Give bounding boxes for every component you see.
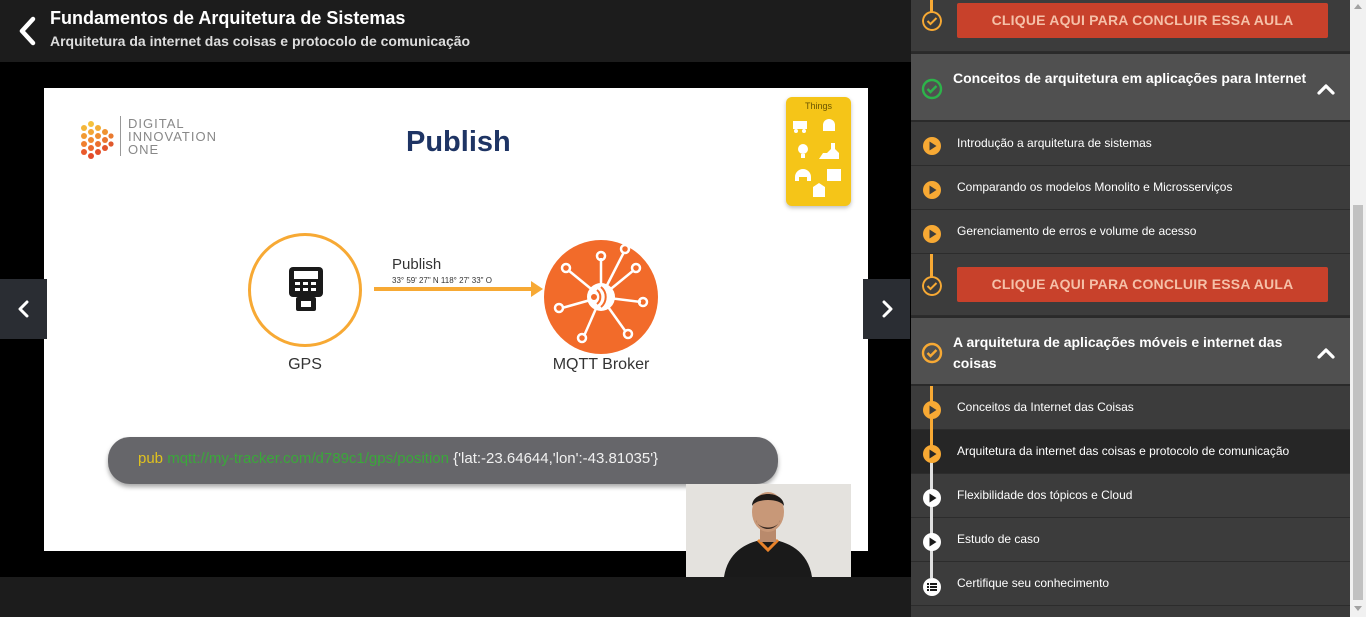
player-footer — [0, 577, 911, 617]
progress-line-remaining — [930, 562, 933, 578]
lesson-label: Introdução a arquitetura de sistemas — [957, 136, 1152, 150]
play-circle-icon — [923, 489, 941, 507]
command-keyword: pub — [138, 450, 164, 467]
arrow-head-icon — [531, 281, 543, 297]
broker-hub-icon — [553, 243, 649, 344]
things-panel: Things — [786, 97, 851, 206]
section-header[interactable]: Conceitos de arquitetura em aplicações p… — [911, 52, 1350, 122]
iot-devices-icon — [793, 119, 841, 197]
play-circle-icon — [923, 137, 941, 155]
lesson-label: Estudo de caso — [957, 532, 1040, 546]
mqtt-broker-node — [544, 240, 658, 354]
lesson-label: Gerenciamento de erros e volume de acess… — [957, 224, 1197, 238]
section-title: A arquitetura de aplicações móveis e int… — [953, 334, 1283, 371]
conclude-row: CLIQUE AQUI PARA CONCLUIR ESSA AULA — [911, 0, 1350, 52]
command-box: pub mqtt://my-tracker.com/d789c1/gps/pos… — [108, 437, 778, 484]
chevron-left-icon — [18, 300, 29, 318]
command-payload: {'lat:-23.64644,'lon':-43.81035'} — [453, 450, 659, 467]
partial-check-icon — [921, 342, 943, 364]
chevron-up-icon[interactable] — [1316, 346, 1336, 360]
lesson-item[interactable]: Gerenciamento de erros e volume de acess… — [911, 210, 1350, 254]
play-circle-icon — [923, 225, 941, 243]
instructor-avatar — [686, 484, 851, 577]
list-circle-icon — [923, 578, 941, 596]
lesson-title: Arquitetura da internet das coisas e pro… — [50, 33, 471, 49]
video-player: Fundamentos de Arquitetura de Sistemas A… — [0, 0, 911, 617]
dio-logo-mark — [81, 121, 114, 159]
lesson-label: Arquitetura da internet das coisas e pro… — [957, 444, 1290, 458]
logo-line: ONE — [128, 142, 160, 157]
conclude-lesson-button[interactable]: CLIQUE AQUI PARA CONCLUIR ESSA AULA — [957, 267, 1328, 302]
course-title: Fundamentos de Arquitetura de Sistemas — [50, 8, 406, 28]
slide-title: Publish — [406, 126, 511, 158]
lesson-item[interactable]: Flexibilidade dos tópicos e Cloud — [911, 474, 1350, 518]
scroll-up-icon[interactable] — [1354, 4, 1362, 9]
scrollbar-thumb[interactable] — [1353, 205, 1363, 600]
lesson-item[interactable]: Conceitos da Internet das Coisas — [911, 386, 1350, 430]
publish-label: Publish — [392, 256, 442, 273]
next-lesson-button[interactable] — [863, 279, 910, 339]
publish-arrow — [374, 287, 534, 291]
video-frame[interactable]: DIGITAL INNOVATION ONE Publish Things GP… — [44, 88, 868, 551]
scroll-down-icon[interactable] — [1354, 606, 1362, 611]
play-circle-icon — [923, 401, 941, 419]
lesson-item[interactable]: Estudo de caso — [911, 518, 1350, 562]
section-title: Conceitos de arquitetura em aplicações p… — [953, 70, 1307, 86]
chevron-left-icon — [19, 16, 36, 46]
conclude-lesson-button[interactable]: CLIQUE AQUI PARA CONCLUIR ESSA AULA — [957, 3, 1328, 38]
previous-lesson-button[interactable] — [0, 279, 47, 339]
instructor-webcam — [686, 484, 851, 577]
lesson-label: Flexibilidade dos tópicos e Cloud — [957, 488, 1133, 502]
lesson-label: Certifique seu conhecimento — [957, 576, 1110, 590]
chevron-up-icon[interactable] — [1316, 82, 1336, 96]
check-circle-icon — [922, 276, 942, 296]
lesson-label: Conceitos da Internet das Coisas — [957, 400, 1134, 414]
sidebar-scrollbar[interactable] — [1350, 0, 1366, 617]
back-button[interactable] — [14, 14, 42, 48]
play-circle-icon — [923, 181, 941, 199]
quiz-item[interactable]: Certifique seu conhecimento — [911, 562, 1350, 606]
coordinates-label: 33° 59' 27" N 118° 27' 33" O — [392, 276, 492, 285]
lesson-item-active[interactable]: Arquitetura da internet das coisas e pro… — [911, 430, 1350, 474]
logo-divider — [120, 116, 121, 156]
conclude-row: CLIQUE AQUI PARA CONCLUIR ESSA AULA — [911, 254, 1350, 316]
lesson-label: Comparando os modelos Monolito e Micross… — [957, 180, 1233, 194]
lesson-item[interactable]: Introdução a arquitetura de sistemas — [911, 122, 1350, 166]
lesson-item[interactable]: Comparando os modelos Monolito e Micross… — [911, 166, 1350, 210]
gps-label: GPS — [288, 356, 322, 373]
check-circle-icon — [921, 78, 943, 100]
gps-node — [248, 233, 362, 347]
command-text: pub mqtt://my-tracker.com/d789c1/gps/pos… — [138, 450, 658, 467]
things-label: Things — [804, 101, 832, 111]
logo-text: DIGITAL INNOVATION ONE — [128, 117, 217, 156]
check-circle-icon — [922, 11, 942, 31]
chevron-right-icon — [882, 300, 893, 318]
play-circle-icon — [923, 445, 941, 463]
lesson-sidebar: CLIQUE AQUI PARA CONCLUIR ESSA AULA Conc… — [911, 0, 1366, 617]
play-circle-icon — [923, 533, 941, 551]
broker-label: MQTT Broker — [552, 356, 650, 373]
player-header: Fundamentos de Arquitetura de Sistemas A… — [0, 0, 911, 62]
gps-device-icon — [289, 267, 323, 311]
command-topic: mqtt://my-tracker.com/d789c1/gps/positio… — [163, 450, 454, 467]
section-header[interactable]: A arquitetura de aplicações móveis e int… — [911, 316, 1350, 386]
